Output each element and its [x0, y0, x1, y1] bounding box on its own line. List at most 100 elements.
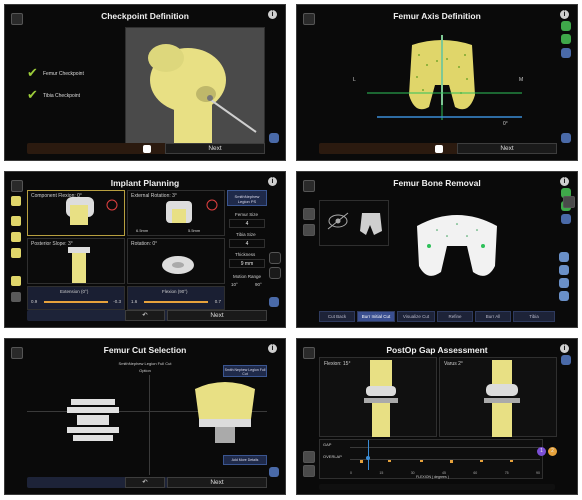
bottom-bar: [319, 484, 555, 490]
view-cube-icon[interactable]: [561, 355, 571, 365]
extension-slider-panel: Extension (0°) 0.9 -0.3: [27, 286, 125, 310]
implant-tool-icon[interactable]: [11, 232, 21, 242]
gap-assessment-panel: PostOp Gap Assessment i Flexion: 15° Var…: [296, 338, 578, 495]
knee-front-model: [484, 360, 520, 437]
femur-implant-model[interactable]: [185, 379, 265, 449]
next-button[interactable]: Next: [167, 310, 267, 321]
view-icon[interactable]: [559, 252, 569, 262]
flexion-label: Flexion (90°): [162, 289, 188, 294]
implant-planning-panel: Implant Planning i Component Flexion: 0°…: [4, 171, 286, 328]
cut-profile-diagram[interactable]: [59, 391, 129, 451]
implant-select-button[interactable]: Smith Nephew Legion Full Cut: [223, 365, 267, 377]
knee-flexion-view[interactable]: Flexion: 15°: [319, 357, 437, 437]
tick-label: 15: [379, 471, 384, 475]
next-button[interactable]: Next: [165, 143, 265, 154]
info-icon[interactable]: i: [560, 344, 569, 353]
tools-icon[interactable]: [269, 467, 281, 480]
next-button[interactable]: Next: [167, 477, 267, 488]
tibia-checkpoint-label[interactable]: Tibia Checkpoint: [43, 93, 80, 99]
femur-3d-view[interactable]: [125, 27, 265, 146]
femur-checkpoint-label[interactable]: Femur Checkpoint: [43, 71, 84, 77]
info-icon[interactable]: i: [268, 344, 277, 353]
view-cube-icon[interactable]: [561, 48, 571, 58]
tick-label: 60: [473, 471, 478, 475]
right-toolbar: [561, 21, 573, 61]
status-chip-green[interactable]: [561, 21, 571, 31]
tick-label: 90: [536, 471, 540, 475]
thickness-stepper[interactable]: 9 mm: [229, 259, 265, 268]
tick-label: 75: [504, 471, 509, 475]
view-1-button[interactable]: 1: [537, 447, 546, 456]
overlap-bars: [360, 460, 513, 463]
tools-icon[interactable]: [561, 133, 573, 146]
motion-min: 10°: [231, 282, 238, 287]
rotation-view[interactable]: Rotation: 0°: [127, 238, 225, 284]
gap-value-1: 6.5mm: [136, 228, 149, 233]
tools-icon[interactable]: [269, 297, 279, 307]
add-details-button[interactable]: Add More Details: [223, 455, 267, 465]
bone-removal-panel: Femur Bone Removal i Cut Back Burr Initi…: [296, 171, 578, 328]
flip-icon[interactable]: [269, 267, 281, 279]
femur-size-stepper[interactable]: 4: [229, 219, 265, 228]
component-flexion-view[interactable]: Component Flexion: 0°: [27, 190, 125, 236]
gap-tool-icon[interactable]: [11, 276, 21, 286]
extension-right-value: -0.3: [113, 299, 121, 304]
rotation-label: Rotation: 0°: [131, 241, 158, 247]
info-icon[interactable]: i: [268, 10, 277, 19]
right-toolbar: [269, 252, 281, 310]
femur-axis-panel: Femur Axis Definition i L M 0° Next: [296, 4, 578, 161]
user-icon[interactable]: [143, 145, 151, 153]
knee-varus-view[interactable]: Varus 2°: [439, 357, 557, 437]
tab-tibia[interactable]: Tibia: [513, 311, 555, 322]
external-rotation-view[interactable]: External Rotation: 3° 6.5mm 5.5mm: [127, 190, 225, 236]
info-icon[interactable]: i: [560, 10, 569, 19]
tab-cut-back[interactable]: Cut Back: [319, 311, 355, 322]
tab-burr-all[interactable]: Burr All: [475, 311, 511, 322]
back-button[interactable]: ↶: [125, 477, 165, 488]
view-tools: [559, 252, 571, 304]
settings-icon[interactable]: [303, 451, 315, 463]
angle-readout: 0°: [503, 121, 508, 127]
info-icon[interactable]: i: [268, 177, 277, 186]
femur-3d-model[interactable]: [407, 206, 507, 286]
overlap-row-label: OVERLAP: [323, 454, 342, 459]
user-icon[interactable]: [435, 145, 443, 153]
external-rotation-label: External Rotation: 3°: [131, 193, 177, 199]
add-details-label: Add More Details: [231, 458, 259, 462]
probe-icon[interactable]: [303, 224, 315, 236]
view-icon[interactable]: [559, 291, 569, 301]
view-icon[interactable]: [559, 278, 569, 288]
posterior-slope-view[interactable]: Posterior Slope: 3°: [27, 238, 125, 284]
bone-tool-icon[interactable]: [11, 248, 21, 258]
tibia-tool-icon[interactable]: [11, 216, 21, 226]
rotate-icon[interactable]: [269, 252, 281, 264]
drill-icon[interactable]: [303, 208, 315, 220]
status-chip-green[interactable]: [561, 34, 571, 44]
info-icon[interactable]: i: [560, 177, 569, 186]
flexion-slider[interactable]: [144, 301, 208, 303]
tab-burr-initial-cut[interactable]: Burr Initial Cut: [357, 311, 395, 322]
extension-slider[interactable]: [44, 301, 108, 303]
tick-label: 30: [410, 471, 415, 475]
tab-visualize-cut[interactable]: Visualize Cut: [397, 311, 435, 322]
panel-title: PostOp Gap Assessment: [386, 345, 488, 355]
gap-row-label: GAP: [323, 442, 332, 447]
femur-axis-view[interactable]: [357, 35, 527, 135]
divider: [149, 375, 150, 475]
view-icon[interactable]: [559, 265, 569, 275]
next-button[interactable]: Next: [457, 143, 557, 154]
tools-icon[interactable]: [269, 133, 281, 146]
preview-view[interactable]: [319, 200, 389, 246]
extension-left-value: 0.9: [31, 299, 38, 304]
tibia-size-stepper[interactable]: 4: [229, 239, 265, 248]
status-chip-blue[interactable]: [561, 214, 571, 224]
back-button[interactable]: ↶: [125, 310, 165, 321]
tab-refine[interactable]: Refine: [437, 311, 473, 322]
femur-tool-icon[interactable]: [11, 196, 21, 206]
checkpoint-panel: Checkpoint Definition i ✔ Femur Checkpoi…: [4, 4, 286, 161]
device-select-button[interactable]: SmithNephew Legion PS: [227, 190, 267, 206]
burr-icon[interactable]: [563, 196, 575, 208]
export-icon[interactable]: [303, 465, 315, 477]
view-2-button[interactable]: 2: [548, 447, 557, 456]
settings-icon[interactable]: [11, 292, 21, 302]
